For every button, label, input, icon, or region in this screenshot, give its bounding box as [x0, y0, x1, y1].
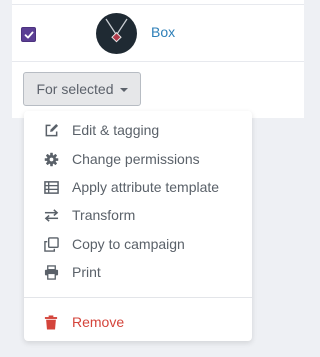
- entity-list-panel: Box For selected: [12, 0, 304, 118]
- menu-item-print[interactable]: Print: [24, 259, 252, 285]
- for-selected-label: For selected: [36, 81, 114, 97]
- entity-name-link[interactable]: Box: [151, 24, 175, 40]
- transform-arrows-icon: [43, 207, 59, 223]
- caret-down-icon: [119, 88, 128, 92]
- for-selected-dropdown-menu: Edit & tagging Change permissions Apply …: [24, 111, 252, 341]
- table-row: Box: [12, 4, 304, 62]
- menu-item-edit-tagging[interactable]: Edit & tagging: [24, 117, 252, 143]
- menu-item-label: Remove: [72, 314, 125, 330]
- for-selected-button[interactable]: For selected: [23, 72, 141, 106]
- menu-item-apply-attribute-template[interactable]: Apply attribute template: [24, 174, 252, 200]
- menu-item-label: Print: [72, 264, 101, 280]
- menu-item-label: Apply attribute template: [72, 179, 220, 195]
- avatar: [96, 13, 137, 54]
- menu-item-label: Change permissions: [72, 151, 200, 167]
- menu-item-remove[interactable]: Remove: [24, 309, 252, 335]
- trash-icon: [43, 314, 59, 330]
- menu-divider: [24, 297, 252, 298]
- copy-icon: [43, 236, 59, 252]
- menu-item-change-permissions[interactable]: Change permissions: [24, 146, 252, 172]
- print-icon: [43, 264, 59, 280]
- necklace-image-icon: [105, 18, 128, 43]
- checkmark-icon: [24, 31, 33, 38]
- menu-item-transform[interactable]: Transform: [24, 202, 252, 228]
- menu-item-label: Edit & tagging: [72, 122, 160, 138]
- row-checkbox[interactable]: [21, 27, 36, 42]
- menu-item-copy-to-campaign[interactable]: Copy to campaign: [24, 231, 252, 257]
- edit-icon: [43, 122, 59, 138]
- menu-item-label: Copy to campaign: [72, 236, 185, 252]
- gear-icon: [43, 151, 59, 167]
- list-table-icon: [43, 179, 59, 195]
- menu-item-label: Transform: [72, 207, 136, 223]
